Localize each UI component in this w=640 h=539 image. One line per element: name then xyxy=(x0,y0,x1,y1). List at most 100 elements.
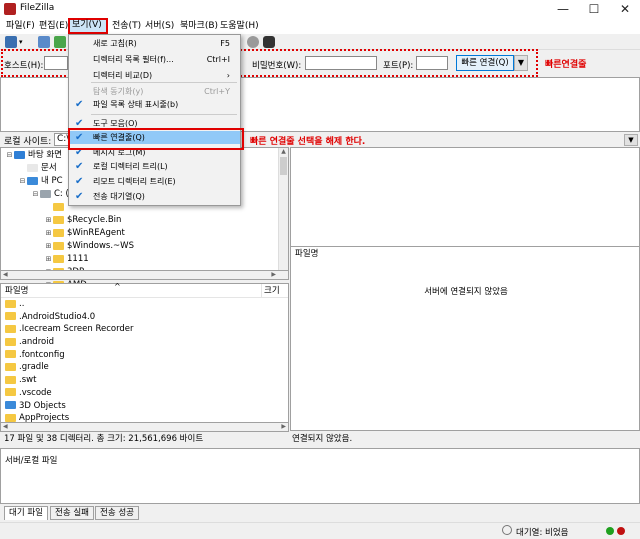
tree-item[interactable]: ⊞ $WinREAgent xyxy=(5,227,134,240)
activity-led-icon xyxy=(617,527,625,535)
column-size-header[interactable]: 크기 xyxy=(261,284,280,298)
transfer-queue[interactable]: 서버/로컬 파일 xyxy=(0,448,640,504)
remote-site-dropdown[interactable]: ▼ xyxy=(624,134,638,146)
view-menu-item-label: 새로 고침(R) xyxy=(93,39,137,48)
local-site-label: 로컬 사이트: xyxy=(4,137,52,147)
view-menu-item-label: 전송 대기열(Q) xyxy=(93,192,145,201)
queue-clock-icon xyxy=(502,525,512,535)
expand-icon[interactable]: ⊞ xyxy=(44,240,53,253)
file-list-item[interactable]: .gradle xyxy=(1,361,288,374)
file-name: .AndroidStudio4.0 xyxy=(19,311,96,322)
view-menu-item-shortcut: Ctrl+Y xyxy=(204,87,230,96)
menu-view[interactable]: 보기(V) xyxy=(68,18,108,34)
file-list-item[interactable]: .fontconfig xyxy=(1,349,288,362)
tree-item-label: $WinREAgent xyxy=(67,228,125,238)
menu-edit[interactable]: 편집(E) xyxy=(37,19,70,33)
file-list-item[interactable]: .vscode xyxy=(1,387,288,400)
file-list-item[interactable]: 3D Objects xyxy=(1,400,288,413)
toggle-log-icon[interactable] xyxy=(38,36,50,48)
view-menu-item-shortcut: Ctrl+I xyxy=(206,55,230,64)
toggle-tree-icon[interactable] xyxy=(54,36,66,48)
remote-column-name-header[interactable]: 파일명 xyxy=(291,247,639,261)
column-name-header[interactable]: 파일명 xyxy=(5,286,28,296)
file-list-item[interactable]: .. xyxy=(1,298,288,311)
collapse-icon[interactable]: ⊟ xyxy=(18,175,27,188)
tree-item-label: $Windows.~WS xyxy=(67,241,134,251)
tree-item-label: 1111 xyxy=(67,254,89,264)
file-name: 3D Objects xyxy=(19,400,66,411)
filezilla-logo-icon xyxy=(4,3,16,15)
file-list-item[interactable]: .android xyxy=(1,336,288,349)
view-menu-item-label: 리모트 디렉터리 트리(E) xyxy=(93,177,176,186)
file-name: .gradle xyxy=(19,362,49,373)
view-menu-item[interactable]: 디렉터리 목록 필터(f)... Ctrl+I xyxy=(69,53,240,66)
view-menu-item[interactable]: 디렉터리 비교(D) › xyxy=(69,69,240,82)
chevron-down-icon[interactable]: ▾ xyxy=(19,36,25,48)
expand-icon[interactable]: ⊞ xyxy=(44,253,53,266)
checkmark-icon: ✔ xyxy=(75,191,84,202)
site-manager-icon[interactable] xyxy=(5,36,17,48)
folder-icon xyxy=(5,375,16,384)
desktop-icon xyxy=(14,150,25,159)
stop-icon[interactable] xyxy=(247,36,259,48)
folder-icon xyxy=(5,362,16,371)
menu-help[interactable]: 도움말(H) xyxy=(218,19,261,33)
expand-icon[interactable]: ⊞ xyxy=(44,227,53,240)
view-menu-item[interactable]: ✔ 로컬 디렉터리 트리(L) xyxy=(69,160,240,173)
tree-hscrollbar[interactable]: ◀ ▶ xyxy=(0,270,289,280)
tree-item-label: C: ( xyxy=(54,189,69,199)
folder-icon xyxy=(5,388,16,397)
checkmark-icon: ✔ xyxy=(75,176,84,187)
remote-file-list[interactable]: 파일명 서버에 연결되지 않았음 xyxy=(290,246,640,431)
view-menu-item[interactable]: ✔ 전송 대기열(Q) xyxy=(69,190,240,203)
tree-item[interactable]: ⊞ 1111 xyxy=(5,253,134,266)
activity-led-icon xyxy=(606,527,614,535)
collapse-icon[interactable]: ⊟ xyxy=(5,149,14,162)
menu-annotation: 빠른 연결줄 선택을 해제 한다. xyxy=(250,137,366,147)
folder-icon xyxy=(53,202,64,211)
expand-icon[interactable]: ⊞ xyxy=(44,214,53,227)
status-bar: 대기열: 비었음 xyxy=(0,522,640,539)
file-name: .swt xyxy=(19,375,37,386)
menu-server[interactable]: 서버(S) xyxy=(143,19,176,33)
folder-icon xyxy=(5,337,16,346)
view-menu-item[interactable]: 새로 고침(R) F5 xyxy=(69,37,240,50)
close-button[interactable]: ✕ xyxy=(610,1,640,17)
local-file-list[interactable]: 파일명 ^ 크기 .. .AndroidStudio4.0 .Icecream Sc… xyxy=(0,282,289,431)
view-menu-item-label: 디렉터리 비교(D) xyxy=(93,71,153,80)
file-list-item[interactable]: .Icecream Screen Recorder xyxy=(1,323,288,336)
quickconnect-annotation: 빠른연결줄 xyxy=(545,60,587,70)
collapse-icon[interactable]: ⊟ xyxy=(31,188,40,201)
tree-scrollbar[interactable]: ▲ xyxy=(278,148,288,279)
tab-failed-transfers[interactable]: 전송 실패 xyxy=(50,506,94,520)
filelist-hscrollbar[interactable]: ◀ ▶ xyxy=(0,422,289,432)
file-list-item[interactable]: .swt xyxy=(1,374,288,387)
file-list-item[interactable]: .AndroidStudio4.0 xyxy=(1,311,288,324)
tab-queued-files[interactable]: 대기 파일 xyxy=(4,506,48,520)
menu-separator xyxy=(91,114,237,115)
maximize-button[interactable]: ☐ xyxy=(579,1,609,17)
view-menu-item-shortcut: › xyxy=(226,71,230,80)
tree-item[interactable]: ⊞ $Recycle.Bin xyxy=(5,214,134,227)
tree-item[interactable]: ⊞ $Windows.~WS xyxy=(5,240,134,253)
view-menu-item-label: 탐색 동기화(y) xyxy=(93,87,144,96)
menu-bookmarks[interactable]: 북마크(B) xyxy=(178,19,220,33)
folder-icon xyxy=(5,350,16,359)
folder-icon xyxy=(5,312,16,321)
search-binoculars-icon[interactable] xyxy=(263,36,275,48)
view-menu-item[interactable]: ✔ 리모트 디렉터리 트리(E) xyxy=(69,175,240,188)
tab-successful-transfers[interactable]: 전송 성공 xyxy=(95,506,139,520)
menu-file[interactable]: 파일(F) xyxy=(4,19,37,33)
file-name: .vscode xyxy=(19,387,52,398)
menu-transfer[interactable]: 전송(T) xyxy=(110,19,143,33)
view-menu-item-label: 파일 목록 상태 표시줄(b) xyxy=(93,100,179,109)
file-name: .android xyxy=(19,337,54,348)
folder-icon xyxy=(5,324,16,333)
menu-separator xyxy=(91,82,237,83)
quickconnect-menu-highlight-box xyxy=(68,128,244,150)
view-menu-item[interactable]: ✔ 파일 목록 상태 표시줄(b) xyxy=(69,98,240,111)
folder-icon xyxy=(53,241,64,250)
queue-status: 대기열: 비었음 xyxy=(516,528,569,538)
minimize-button[interactable]: — xyxy=(548,1,578,17)
queue-header: 서버/로컬 파일 xyxy=(5,456,58,466)
